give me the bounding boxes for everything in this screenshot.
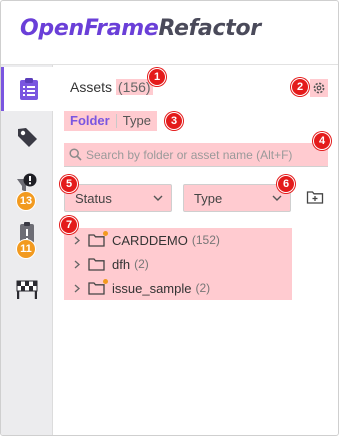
sidebar: 13 11 [1,65,53,435]
logo-part-1: OpenFrame [20,16,159,41]
modified-dot [103,231,108,236]
tree-row-issue-sample[interactable]: issue_sample (2) [64,276,292,300]
assets-panel: Assets (156) 1 2 Folder Type 3 Search by… [54,65,338,435]
folder-icon [88,257,106,271]
sidebar-item-tags[interactable] [1,115,53,159]
folder-count: (2) [195,281,211,295]
chevron-down-icon [153,195,163,201]
folder-name: CARDDEMO [112,232,188,248]
sidebar-item-assets[interactable] [1,67,53,111]
app-window: OpenFrameRefactor 13 11 Assets (156) 1 2… [0,0,339,436]
folder-name: issue_sample [112,280,192,296]
status-dropdown[interactable]: Status [64,184,172,212]
toggle-folder[interactable]: Folder [64,111,116,131]
folder-icon [88,231,108,247]
issues-badge: 13 [16,191,36,211]
sidebar-item-finish[interactable] [1,267,53,311]
modified-dot [103,279,108,284]
toggle-type[interactable]: Type [117,111,157,131]
annotation-marker-2: 2 [291,78,309,96]
assets-title-row: Assets (156) [70,79,153,95]
folder-icon [88,279,108,295]
settings-button[interactable] [310,79,328,97]
annotation-marker-1: 1 [148,68,166,86]
view-toggle: Folder Type [64,111,157,131]
tag-icon [18,128,37,147]
annotation-marker-3: 3 [165,112,183,130]
type-dropdown-label: Type [194,190,223,206]
tree-row-carddemo[interactable]: CARDDEMO (152) [64,228,292,252]
warnings-badge: 11 [16,239,36,259]
checkered-flag-icon [16,280,38,299]
new-folder-icon[interactable] [306,189,324,205]
search-icon [64,148,86,161]
tree-row-dfh[interactable]: dfh (2) [64,252,292,276]
chevron-right-icon[interactable] [70,236,84,245]
logo-part-2: Refactor [158,16,262,41]
folder-count: (152) [191,233,220,247]
chevron-right-icon[interactable] [70,260,84,269]
folder-name: dfh [112,256,131,272]
type-dropdown[interactable]: Type [183,184,291,212]
clipboard-list-icon [19,78,38,100]
search-box [64,143,328,167]
app-logo: OpenFrameRefactor [20,16,261,41]
search-input[interactable] [86,147,324,162]
page-title: Assets [70,79,113,95]
folder-tree: CARDDEMO (152) dfh (2) issue_sample (2) [64,228,292,300]
sidebar-item-warnings[interactable]: 11 [1,211,53,259]
annotation-marker-6: 6 [277,175,295,193]
gear-icon [313,82,325,94]
assets-count: (156) [115,79,153,95]
annotation-marker-4: 4 [313,132,331,150]
sidebar-item-issues[interactable]: 13 [1,163,53,211]
chevron-right-icon[interactable] [70,284,84,293]
annotation-marker-7: 7 [60,216,78,234]
annotation-marker-5: 5 [60,175,78,193]
status-dropdown-label: Status [75,190,112,206]
chevron-down-icon [272,195,282,201]
folder-count: (2) [134,257,149,271]
